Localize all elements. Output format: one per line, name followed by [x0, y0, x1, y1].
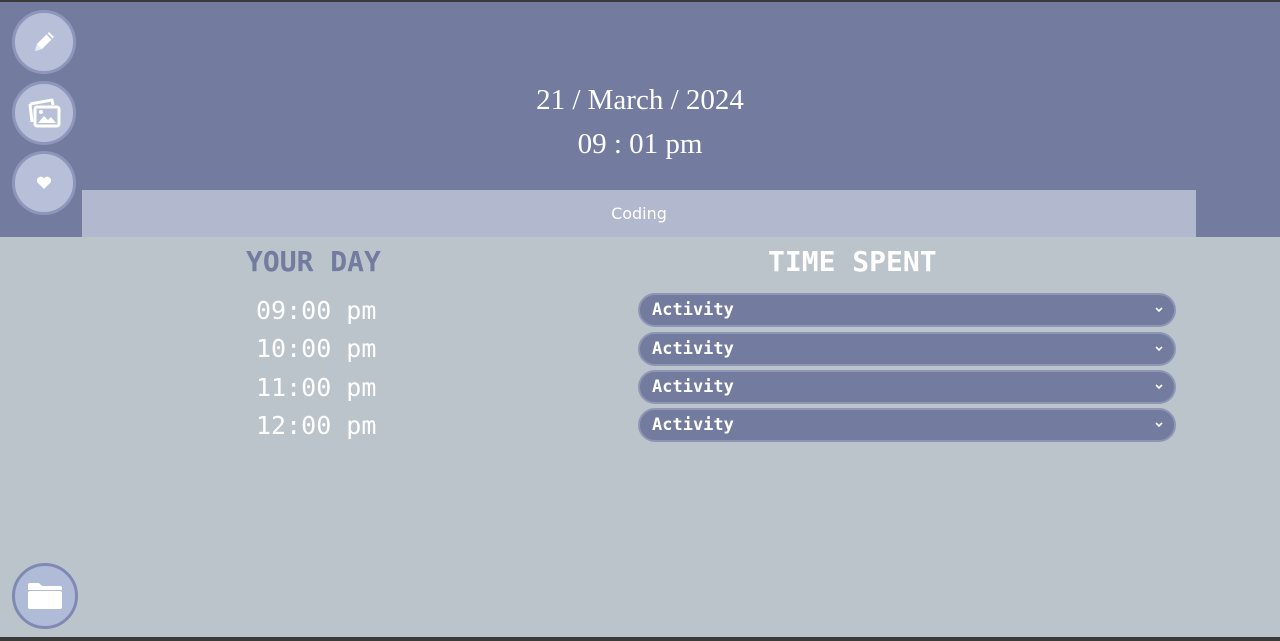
activity-select[interactable]: Activity — [640, 410, 1174, 440]
pencil-icon — [29, 27, 59, 57]
activity-select[interactable]: Activity — [640, 372, 1174, 402]
hour-label: 09:00 pm — [256, 296, 377, 325]
folder-icon — [26, 581, 64, 611]
category-banner: Coding — [82, 190, 1196, 237]
folder-button[interactable] — [12, 563, 78, 629]
category-label: Coding — [611, 204, 667, 223]
hour-label: 10:00 pm — [256, 334, 377, 363]
gallery-icon — [26, 96, 62, 130]
time-spent-title: TIME SPENT — [768, 245, 937, 278]
activity-select-wrapper: Activity — [638, 408, 1176, 442]
gallery-button[interactable] — [12, 81, 76, 145]
activity-select-wrapper: Activity — [638, 332, 1176, 366]
time-display: 09 : 01 pm — [577, 128, 703, 160]
your-day-title: YOUR DAY — [246, 245, 381, 278]
favorites-button[interactable] — [12, 151, 76, 215]
date-display: 21 / March / 2024 — [536, 84, 744, 116]
activity-select-wrapper: Activity — [638, 293, 1176, 327]
heart-icon — [36, 176, 52, 190]
activity-select[interactable]: Activity — [640, 295, 1174, 325]
window-bottom-border — [0, 637, 1280, 641]
hour-label: 12:00 pm — [256, 411, 377, 440]
activity-select-wrapper: Activity — [638, 370, 1176, 404]
hour-label: 11:00 pm — [256, 373, 377, 402]
edit-button[interactable] — [12, 10, 76, 74]
activity-select[interactable]: Activity — [640, 334, 1174, 364]
